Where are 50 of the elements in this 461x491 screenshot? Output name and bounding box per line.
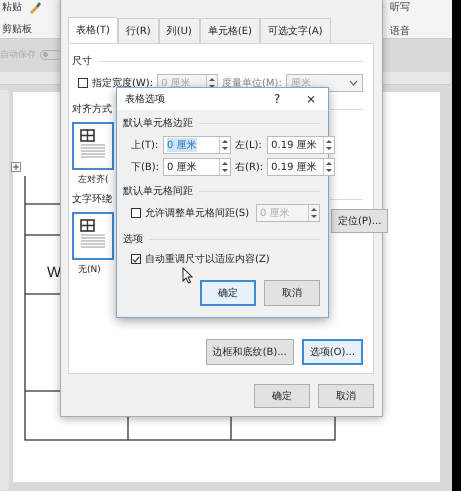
checkbox-label: 指定宽度(W):: [92, 76, 154, 90]
checkbox[interactable]: [78, 78, 88, 88]
dialog-button[interactable]: 取消: [264, 280, 320, 306]
spin-field[interactable]: 0 厘米: [163, 136, 232, 154]
tab[interactable]: 单元格(E): [200, 18, 260, 43]
section-heading: 文字环绕: [72, 192, 112, 206]
table-move-handle[interactable]: [11, 162, 21, 172]
paste-button[interactable]: 粘贴: [2, 0, 22, 14]
section-heading: 选项: [123, 232, 143, 246]
ribbon-label: 听写: [390, 1, 410, 14]
section-heading: 尺寸: [72, 54, 92, 68]
section-heading: 默认单元格间距: [123, 184, 193, 198]
tab[interactable]: 表格(T): [68, 17, 118, 43]
layout-option[interactable]: [72, 122, 114, 170]
tab[interactable]: 可选文字(A): [260, 18, 331, 43]
field-label: 左(L):: [235, 139, 263, 152]
field-label: 下(B):: [131, 161, 160, 174]
option-label: 无(N): [78, 264, 101, 276]
dialog-button[interactable]: 确定: [200, 280, 256, 306]
spin-arrows-icon[interactable]: [219, 159, 230, 175]
spin-arrows-icon[interactable]: [219, 137, 230, 153]
option-label: 左对齐(: [78, 174, 109, 186]
dialog-button[interactable]: 确定: [254, 384, 310, 408]
spin-arrows-icon[interactable]: [323, 137, 334, 153]
tab[interactable]: 列(U): [158, 18, 200, 43]
ribbon-label: 语音: [390, 24, 410, 38]
dialog-button[interactable]: 取消: [318, 384, 374, 408]
document-text: W: [47, 264, 62, 281]
spin-field[interactable]: 0.19 厘米: [267, 136, 336, 154]
checkbox[interactable]: [131, 254, 141, 264]
section-heading: 默认单元格边距: [123, 116, 193, 130]
paintbrush-icon[interactable]: [28, 0, 42, 14]
dialog-button[interactable]: 边框和底纹(B)...: [206, 339, 294, 365]
checkbox-label: 允许调整单元格间距(S): [145, 206, 250, 220]
unit-label: 度量单位(M):: [222, 76, 282, 90]
group-label: 剪贴板: [2, 22, 32, 36]
field-label: 右(R):: [235, 161, 264, 174]
dialog-button[interactable]: 选项(O)...: [302, 339, 363, 365]
field-label: 上(T):: [131, 138, 160, 152]
spin-field[interactable]: 0.19 厘米: [267, 158, 336, 176]
layout-option[interactable]: [72, 212, 114, 260]
dialog-title: 表格选项: [125, 92, 166, 106]
checkbox[interactable]: [131, 208, 141, 218]
position-button[interactable]: 定位(P)...: [331, 209, 388, 233]
spin-arrows-icon[interactable]: [323, 159, 334, 175]
section-heading: 对齐方式: [72, 102, 112, 116]
tab[interactable]: 行(R): [118, 18, 159, 43]
spin-field[interactable]: 0 厘米: [163, 158, 232, 176]
mouse-pointer-icon: [182, 267, 193, 284]
checkbox-label: 自动重调尺寸以适应内容(Z): [145, 252, 270, 266]
